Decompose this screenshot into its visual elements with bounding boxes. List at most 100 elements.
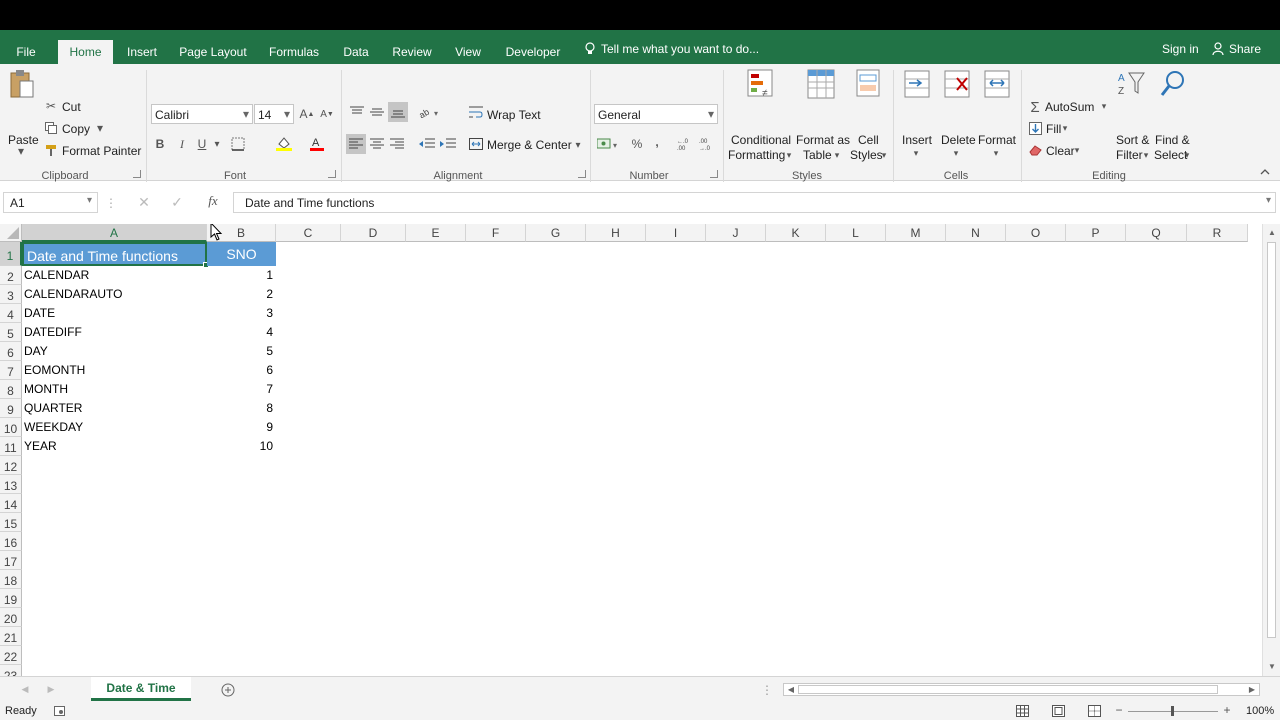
font-launcher-icon[interactable] [328,170,336,178]
fill-button[interactable]: Fill [1046,122,1061,136]
find-select-icon[interactable] [1158,68,1188,100]
macro-record-icon[interactable] [53,705,65,717]
collapse-ribbon-icon[interactable] [1258,166,1272,178]
page-break-view-icon[interactable] [1087,704,1101,718]
number-format-select[interactable]: General ▾ [594,104,718,124]
chevron-down-icon[interactable]: ▾ [785,150,793,160]
normal-view-icon[interactable] [1015,704,1029,718]
column-header[interactable]: N [946,224,1006,242]
merge-center-button[interactable]: Merge & Center [487,138,572,152]
sort-filter-icon[interactable]: AZ [1116,68,1146,100]
cell-styles-label-2[interactable]: Styles [850,148,883,162]
row-header[interactable]: 5 [0,323,22,342]
cell-b1[interactable]: SNO [207,242,276,266]
chevron-down-icon[interactable]: ▾ [833,150,841,160]
cut-button[interactable]: Cut [62,100,81,114]
align-middle-icon[interactable] [368,104,386,120]
chevron-down-icon[interactable]: ▾ [573,138,583,152]
sort-filter-label-1[interactable]: Sort & [1116,133,1149,147]
sort-filter-label-2[interactable]: Filter [1116,148,1143,162]
tab-insert[interactable]: Insert [121,42,163,64]
conditional-formatting-label-2[interactable]: Formatting [728,148,785,162]
insert-cells-button[interactable]: Insert [902,133,932,147]
vertical-scrollbar[interactable]: ▲ ▼ [1262,224,1280,676]
tab-data[interactable]: Data [338,42,374,64]
conditional-formatting-label-1[interactable]: Conditional [731,133,791,147]
function-name-cell[interactable]: DATE [24,306,204,322]
column-header[interactable]: K [766,224,826,242]
select-all-corner[interactable] [0,224,22,242]
insert-cells-icon[interactable] [902,68,932,100]
align-bottom-icon[interactable] [388,102,408,122]
sno-cell[interactable]: 6 [207,363,273,379]
copy-button[interactable]: Copy [62,122,90,136]
chevron-down-icon[interactable]: ▾ [880,150,888,160]
tab-file[interactable]: File [10,42,42,64]
row-header[interactable]: 10 [0,418,22,437]
increase-indent-icon[interactable] [439,136,457,152]
sheet-tab-date-time[interactable]: Date & Time [91,677,191,701]
chevron-down-icon[interactable]: ▾ [952,148,960,158]
row-header[interactable]: 20 [0,608,22,627]
row-header[interactable]: 1 [0,242,22,266]
chevron-down-icon[interactable]: ▾ [1073,145,1081,155]
font-name-select[interactable]: Calibri ▾ [151,104,253,124]
insert-function-button[interactable]: fx [204,193,222,209]
comma-button[interactable]: , [651,134,663,150]
sign-in-link[interactable]: Sign in [1162,42,1199,56]
align-center-icon[interactable] [368,136,386,152]
horizontal-scrollbar[interactable]: ◀ ▶ [783,683,1260,696]
column-header[interactable]: L [826,224,886,242]
delete-cells-icon[interactable] [942,68,972,100]
row-header[interactable]: 16 [0,532,22,551]
function-name-cell[interactable]: MONTH [24,382,204,398]
function-name-cell[interactable]: DATEDIFF [24,325,204,341]
row-header[interactable]: 4 [0,304,22,323]
chevron-down-icon[interactable]: ▾ [912,148,920,158]
share-button[interactable]: Share [1229,42,1261,56]
formula-input[interactable]: Date and Time functions ▾ [233,192,1276,213]
fill-color-icon[interactable] [275,134,293,152]
alignment-launcher-icon[interactable] [578,170,586,178]
decrease-font-icon[interactable]: A ▼ [320,106,334,122]
increase-decimal-icon[interactable]: ←.0.00 [676,136,696,152]
format-as-table-label-2[interactable]: Table [803,148,832,162]
column-header[interactable]: E [406,224,466,242]
chevron-down-icon[interactable]: ▾ [1100,101,1108,111]
function-name-cell[interactable]: DAY [24,344,204,360]
tab-page-layout[interactable]: Page Layout [176,42,250,64]
format-painter-button[interactable]: Format Painter [62,144,141,158]
sno-cell[interactable]: 10 [207,439,273,455]
function-name-cell[interactable]: EOMONTH [24,363,204,379]
row-header[interactable]: 9 [0,399,22,418]
column-header[interactable]: C [276,224,341,242]
tab-home[interactable]: Home [58,40,113,64]
row-header[interactable]: 11 [0,437,22,456]
align-top-icon[interactable] [348,104,366,120]
row-header[interactable]: 21 [0,627,22,646]
worksheet-grid[interactable]: ABCDEFGHIJKLMNOPQR 1 2 3 4 5 6 7 8 9 10 11 12 13 14 15… [0,224,1262,676]
chevron-down-icon[interactable]: ▾ [1183,150,1191,160]
increase-font-icon[interactable]: A ▲ [300,106,315,122]
column-header[interactable]: R [1187,224,1248,242]
page-layout-view-icon[interactable] [1051,704,1065,718]
sno-cell[interactable]: 7 [207,382,273,398]
copy-dropdown-icon[interactable]: ▾ [95,121,105,135]
scroll-right-icon[interactable]: ▶ [1247,684,1257,695]
orientation-icon[interactable]: ab ▾ [418,104,442,120]
decrease-indent-icon[interactable] [418,136,436,152]
number-launcher-icon[interactable] [710,170,718,178]
drag-handle-icon[interactable]: ⋮ [105,196,117,210]
chevron-down-icon[interactable]: ▾ [1061,123,1069,133]
scroll-down-icon[interactable]: ▼ [1266,660,1278,672]
row-header[interactable]: 13 [0,475,22,494]
function-name-cell[interactable]: CALENDARAUTO [24,287,204,303]
decrease-decimal-icon[interactable]: .00 →.0 [698,136,718,152]
row-header[interactable]: 14 [0,494,22,513]
clipboard-launcher-icon[interactable] [133,170,141,178]
cell-styles-label-1[interactable]: Cell [858,133,879,147]
tell-me-search[interactable]: Tell me what you want to do... [601,42,759,56]
function-name-cell[interactable]: CALENDAR [24,268,204,284]
row-header[interactable]: 6 [0,342,22,361]
format-cells-button[interactable]: Format [978,133,1016,147]
